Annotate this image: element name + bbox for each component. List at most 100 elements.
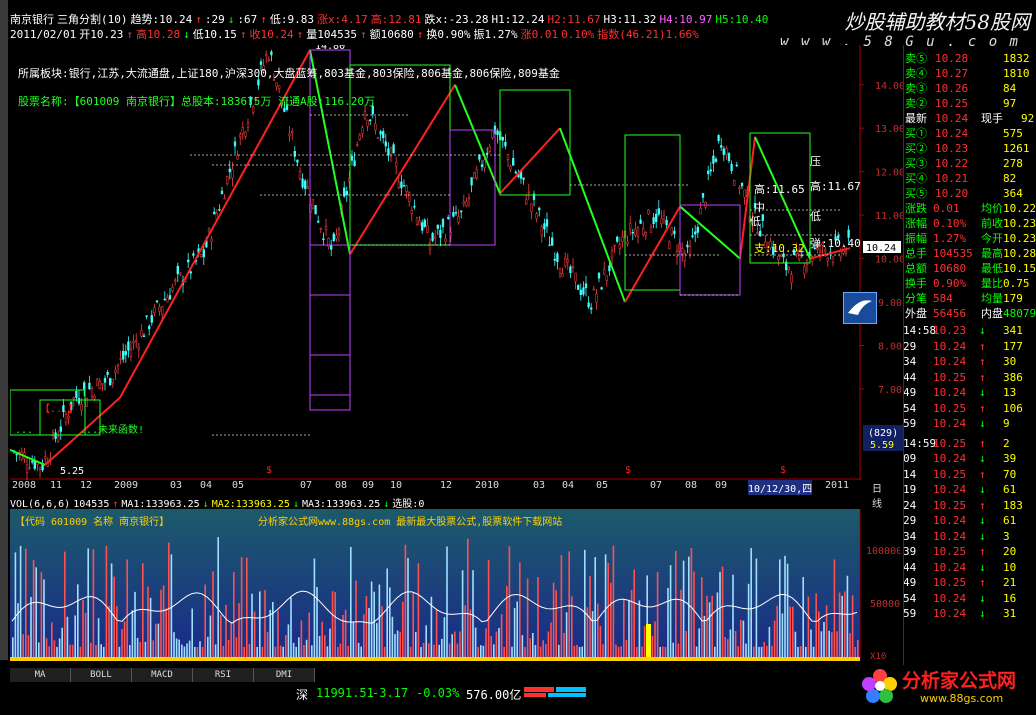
volume-bar: [217, 537, 219, 657]
volume-bar: [149, 597, 152, 657]
candle-body: [738, 187, 741, 190]
candle-body: [283, 107, 286, 112]
price-axis-label: 9.00: [878, 298, 902, 309]
volume-bar: [196, 646, 199, 657]
volume-bar: [628, 599, 630, 657]
volume-bar: [485, 628, 487, 657]
tick-price: 10.23: [933, 324, 967, 337]
volume-bar: [446, 546, 448, 657]
volume-bar: [383, 646, 386, 657]
tab-macd[interactable]: MACD: [132, 668, 193, 682]
candle-body: [119, 358, 122, 360]
volume-chart[interactable]: 【代码 601009 名称 南京银行】 分析家公式网www.88gs.com 最新…: [10, 509, 900, 664]
volume-bar: [407, 558, 409, 657]
volume-bar: [521, 635, 524, 657]
candle-body: [428, 242, 432, 250]
volume-bar: [105, 545, 108, 657]
volume-bar: [643, 626, 646, 657]
volume-bar: [347, 646, 349, 657]
candle-body: [350, 155, 354, 161]
volume-bar: [591, 611, 594, 657]
candle-body: [613, 244, 616, 247]
date-axis-label: 03: [170, 480, 183, 491]
sector-text: 所属板块:银行,江苏,大流通盘,上证180,沪深300,大盘蓝筹,803基金,8…: [18, 66, 560, 80]
volume-bar: [451, 634, 453, 657]
candle-body: [803, 266, 806, 275]
volume-bar: [659, 646, 661, 657]
candle-body: [207, 228, 211, 233]
tick-vol: 13: [1003, 386, 1017, 399]
candle-body: [818, 250, 822, 253]
volume-bar: [812, 646, 815, 657]
volume-bar: [235, 637, 238, 657]
candle-body: [223, 197, 226, 200]
volume-bar: [836, 631, 838, 657]
price-axis-label: 13.00: [875, 124, 903, 135]
volume-bar: [246, 557, 248, 657]
candle-body: [655, 213, 658, 222]
volume-bar: [724, 636, 726, 657]
date-axis-label: 2010: [475, 480, 500, 491]
volume-bar: [604, 554, 607, 657]
candle-body: [101, 382, 104, 385]
volume-bar: [810, 629, 812, 657]
candle-body: [597, 272, 601, 279]
candle-body: [244, 131, 247, 137]
candle-body: [345, 191, 348, 196]
tab-rsi[interactable]: RSI: [193, 668, 254, 682]
main-price-chart[interactable]: 14.00 13.00 12.00 11.00 10.00 9.00 8.00 7.00 所属板…: [10, 45, 903, 480]
bird-logo-icon[interactable]: [843, 292, 877, 324]
candle-body: [691, 235, 694, 237]
volume-bar: [607, 562, 609, 657]
candle-body: [228, 168, 231, 173]
candle-body: [603, 269, 606, 275]
tab-ma[interactable]: MA: [10, 668, 71, 682]
candle-body: [660, 218, 663, 224]
volume-bar: [807, 596, 810, 657]
volume-bar: [303, 645, 305, 657]
candle-body: [75, 390, 78, 398]
tab-boll[interactable]: BOLL: [71, 668, 132, 682]
volume-bar: [22, 634, 24, 657]
header2-item: 低10.15: [192, 28, 237, 41]
current-price-tag: 10.24: [866, 243, 896, 254]
volume-bar: [815, 593, 817, 657]
dollar-marker: $: [625, 465, 631, 476]
tick-vol: 16: [1003, 591, 1017, 605]
volume-bar: [298, 637, 300, 657]
volume-bar: [760, 646, 763, 657]
stat-value: 1.27%: [933, 232, 967, 245]
ask-vol: 1832: [1003, 52, 1030, 65]
volume-bar: [776, 605, 778, 657]
volume-bar: [719, 571, 721, 657]
candle-body: [426, 225, 429, 233]
candle-body: [629, 223, 632, 230]
future-function-label: ...未来函数!: [80, 423, 144, 436]
tick-dir: ↑: [979, 545, 986, 558]
volume-bar: [563, 632, 565, 657]
volume-bar: [272, 601, 274, 657]
volume-bar: [615, 644, 617, 657]
candle-body: [699, 208, 702, 215]
volume-bar: [742, 620, 745, 657]
candle-body: [439, 229, 442, 238]
tab-dmi[interactable]: DMI: [254, 668, 315, 682]
candle-body: [168, 295, 172, 300]
volume-bar: [688, 556, 690, 657]
volume-bar: [656, 572, 659, 657]
volume-bar: [269, 609, 271, 657]
volume-bar: [53, 640, 56, 657]
volume-bar: [833, 559, 836, 657]
volume-bar: [313, 558, 316, 657]
volume-bar: [139, 642, 141, 657]
volume-bar: [433, 644, 435, 657]
date-axis-label: 12: [440, 480, 453, 491]
volume-bar: [565, 612, 568, 657]
candle-body: [436, 224, 439, 229]
volume-bar: [654, 621, 656, 657]
candle-body: [59, 426, 62, 432]
candle-body: [109, 378, 112, 386]
tick-dir: ↑: [979, 436, 986, 450]
volume-bar: [581, 646, 583, 657]
tick-price: 10.25: [933, 436, 967, 450]
